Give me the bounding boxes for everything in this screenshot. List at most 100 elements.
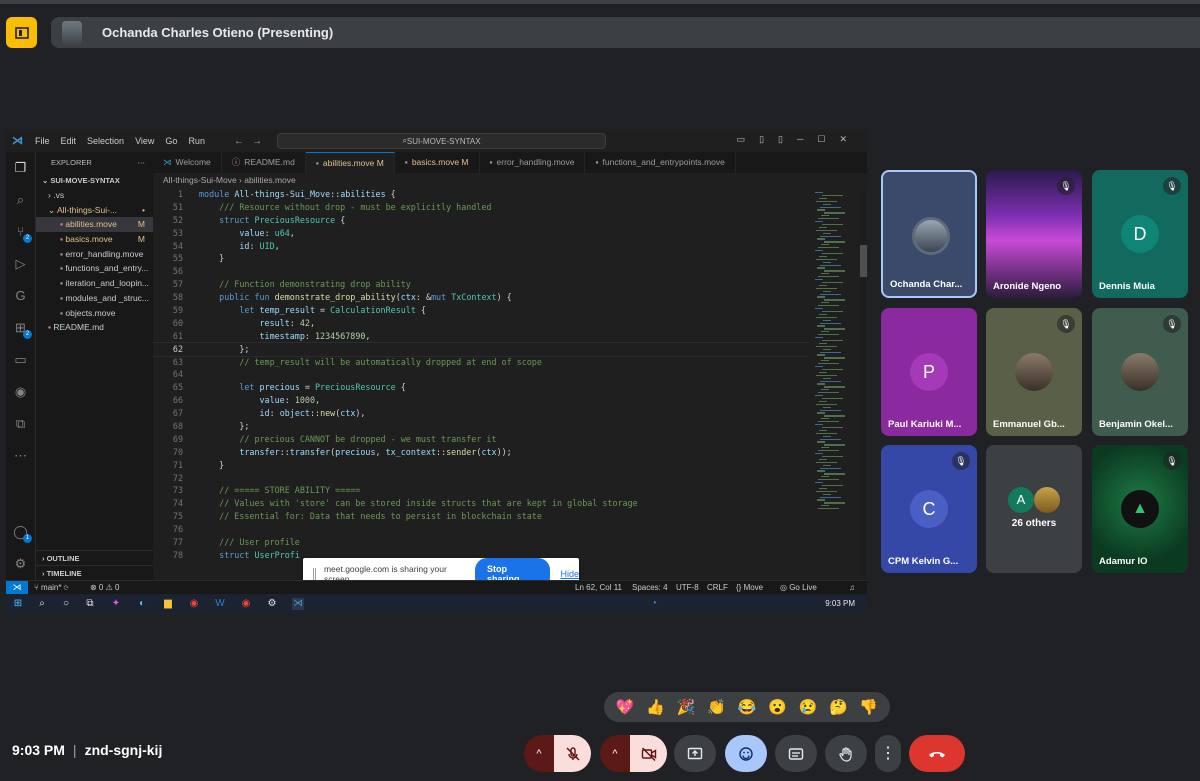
editor-tab[interactable]: ⋊ Welcome: [153, 152, 222, 173]
participant-tile[interactable]: Ochanda Char...: [881, 170, 977, 298]
menu-item-run[interactable]: Run: [188, 136, 205, 146]
participant-tile[interactable]: P Paul Kariuki M...: [881, 308, 977, 436]
code-editor[interactable]: 1 module All-things-Sui_Move::abilities {…: [153, 188, 809, 580]
nav-arrows-icon[interactable]: ←→: [234, 136, 270, 147]
reaction-emoji-button[interactable]: 👎: [859, 698, 878, 716]
reaction-emoji-button[interactable]: 🤔: [829, 698, 848, 716]
remote-explorer-icon[interactable]: ▭: [13, 352, 28, 367]
tree-item[interactable]: ▪ iteration_and_loopin...: [36, 276, 153, 291]
editor-tab[interactable]: ▪ functions_and_entrypoints.move: [585, 152, 736, 173]
reaction-emoji-button[interactable]: 👏: [707, 698, 726, 716]
camera-options-chevron-icon[interactable]: ^: [600, 735, 630, 772]
tree-item[interactable]: ▪ functions_and_entry...: [36, 261, 153, 276]
leave-call-button[interactable]: [909, 735, 965, 772]
encoding-status[interactable]: UTF-8: [676, 581, 699, 594]
present-now-button[interactable]: [674, 735, 716, 772]
tree-item[interactable]: ▪ basics.move M: [36, 232, 153, 247]
raise-hand-button[interactable]: [825, 735, 867, 772]
tree-item[interactable]: ▪ modules_and _struc...: [36, 291, 153, 306]
minimap[interactable]: [809, 188, 859, 580]
menu-item-edit[interactable]: Edit: [61, 136, 77, 146]
mic-options-chevron-icon[interactable]: ^: [524, 735, 554, 772]
editor-tab[interactable]: ⓘ README.md: [222, 152, 306, 173]
menu-item-selection[interactable]: Selection: [87, 136, 124, 146]
meeting-time: 9:03 PM: [12, 742, 65, 758]
participant-tile[interactable]: ▲ 🎙 Adamur IO: [1092, 445, 1188, 573]
remote-indicator-icon[interactable]: ⋊: [6, 581, 28, 594]
go-live-button[interactable]: ◎ Go Live: [780, 581, 817, 594]
root-folder[interactable]: ⌄ SUI-MOVE-SYNTAX: [36, 174, 153, 188]
window-controls[interactable]: ▭▯▯─☐✕: [737, 134, 861, 145]
reaction-emoji-button[interactable]: 👍: [646, 698, 665, 716]
menu-item-go[interactable]: Go: [165, 136, 177, 146]
tree-item[interactable]: › .vs: [36, 188, 153, 203]
reaction-emoji-button[interactable]: 💖: [616, 698, 635, 716]
command-center-search[interactable]: ⌕ SUI-MOVE-SYNTAX: [277, 133, 606, 149]
tree-item[interactable]: ⌄ All-things-Sui-... •: [36, 203, 153, 218]
minimap-line: [819, 429, 827, 432]
minimap-line: [816, 258, 837, 260]
word-icon[interactable]: W: [214, 598, 226, 610]
camera-off-button[interactable]: [630, 735, 667, 772]
mic-off-button[interactable]: [554, 735, 591, 772]
github-icon[interactable]: ◉: [13, 384, 28, 399]
participant-tile[interactable]: A 26 others: [986, 445, 1082, 573]
chrome-alt-icon[interactable]: ◉: [240, 598, 252, 610]
reaction-emoji-button[interactable]: 😮: [768, 698, 787, 716]
branch-status[interactable]: ⑂ main* ⟳: [34, 581, 69, 594]
taskbar-search-icon[interactable]: ⌕: [36, 598, 48, 610]
file-explorer-icon[interactable]: ▆: [162, 598, 174, 610]
indentation-status[interactable]: Spaces: 4: [632, 581, 668, 594]
language-mode[interactable]: {} Move: [736, 581, 763, 594]
timeline-section[interactable]: › TIMELINE: [36, 565, 153, 580]
vscode-taskbar-icon[interactable]: ⋊: [292, 598, 304, 610]
participant-tile[interactable]: 🎙 Aronide Ngeno: [986, 170, 1082, 298]
run-debug-icon[interactable]: ▷: [13, 256, 28, 271]
menu-item-view[interactable]: View: [135, 136, 154, 146]
docker-icon[interactable]: ⧉: [13, 416, 28, 431]
reaction-emoji-button[interactable]: 🎉: [677, 698, 696, 716]
gitlens-icon[interactable]: G: [13, 288, 28, 303]
explorer-more-icon[interactable]: ⋯: [138, 152, 146, 174]
editor-scrollbar[interactable]: [860, 245, 867, 277]
search-icon[interactable]: ⌕: [13, 192, 28, 207]
copilot-icon[interactable]: ✦: [110, 598, 122, 610]
more-icon[interactable]: ⋯: [13, 448, 28, 463]
tree-item[interactable]: ▪ error_handling.move: [36, 247, 153, 262]
captions-button[interactable]: [775, 735, 817, 772]
eol-status[interactable]: CRLF: [707, 581, 728, 594]
settings-gear-icon[interactable]: ⚙: [13, 556, 28, 571]
tree-item[interactable]: ▪ abilities.move M: [36, 217, 153, 233]
problems-status[interactable]: ⊗ 0 ⚠ 0: [90, 581, 119, 594]
tree-item[interactable]: ▪ objects.move: [36, 306, 153, 321]
tray-icons[interactable]: ◔: [648, 598, 660, 610]
cortana-icon[interactable]: ○: [60, 598, 72, 610]
drag-handle-icon[interactable]: [313, 568, 316, 580]
notifications-bell-icon[interactable]: ♫: [849, 581, 855, 594]
chrome-icon[interactable]: ◉: [188, 598, 200, 610]
hide-banner-link[interactable]: Hide: [560, 569, 579, 579]
menu-item-file[interactable]: File: [35, 136, 50, 146]
reaction-emoji-button[interactable]: 😂: [738, 698, 757, 716]
tree-item[interactable]: ▪ README.md: [36, 320, 153, 335]
explorer-icon[interactable]: ❐: [13, 160, 28, 175]
outline-section[interactable]: › OUTLINE: [36, 550, 153, 565]
presenter-layout-button[interactable]: [6, 17, 37, 48]
editor-tab[interactable]: ▪ abilities.move M: [305, 152, 395, 173]
reaction-emoji-button[interactable]: 😢: [799, 698, 818, 716]
more-options-button[interactable]: ⋮: [875, 735, 901, 772]
task-view-icon[interactable]: ⧉: [84, 598, 96, 610]
cursor-position[interactable]: Ln 62, Col 11: [575, 581, 622, 594]
start-icon[interactable]: ⊞: [12, 598, 24, 610]
participant-tile[interactable]: C 🎙 CPM Kelvin G...: [881, 445, 977, 573]
settings-icon[interactable]: ⚙: [266, 598, 278, 610]
edge-icon[interactable]: ◐: [136, 598, 148, 610]
participant-tile[interactable]: 🎙 Benjamin Okel...: [1092, 308, 1188, 436]
editor-tab[interactable]: ▪ basics.move M: [395, 152, 480, 173]
emoji-reactions-button[interactable]: [725, 735, 767, 772]
editor-tab[interactable]: ▪ error_handling.move: [480, 152, 586, 173]
participant-tile[interactable]: 🎙 Emmanuel Gb...: [986, 308, 1082, 436]
breadcrumb[interactable]: All-things-Sui-Move › abilities.move: [153, 173, 867, 188]
meeting-code[interactable]: znd-sgnj-kij: [85, 742, 163, 758]
participant-tile[interactable]: D 🎙 Dennis Muia: [1092, 170, 1188, 298]
